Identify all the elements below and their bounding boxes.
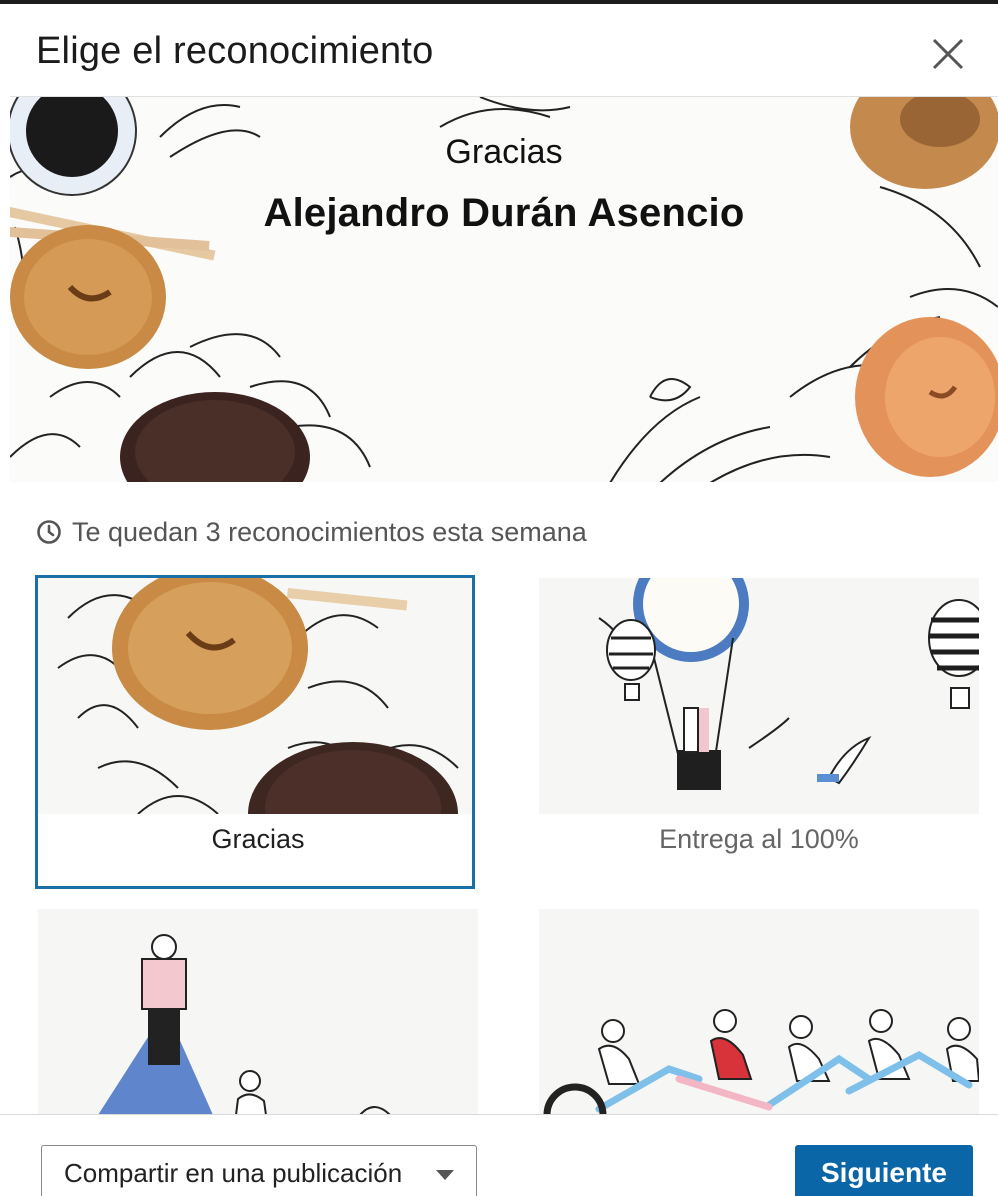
remaining-kudos-notice: Te quedan 3 reconocimientos esta semana [36,514,587,550]
kudos-type-title: Gracias [445,133,563,171]
kudos-option-label: Gracias [211,824,305,854]
kudos-option-4[interactable] [539,909,979,1115]
kudos-option-image [38,578,472,814]
kudos-option-image [38,909,478,1115]
kudos-option-image [539,909,979,1115]
kudos-option-label: Entrega al 100% [659,824,859,854]
remaining-kudos-text: Te quedan 3 reconocimientos esta semana [72,516,587,547]
share-in-post-label: Compartir en una publicación [64,1157,403,1188]
dialog-title: Elige el reconocimiento [36,30,434,72]
caret-down-icon [436,1170,454,1180]
kudos-option-image [539,578,979,814]
next-button[interactable]: Siguiente [795,1145,973,1196]
kudos-option-entrega[interactable]: Entrega al 100% [539,578,979,886]
kudos-option-gracias[interactable]: Gracias [35,575,475,889]
recipient-name: Alejandro Durán Asencio [263,191,745,235]
close-icon[interactable] [926,32,970,76]
kudos-preview: Gracias Alejandro Durán Asencio [10,96,998,482]
dialog-header: Elige el reconocimiento [0,4,998,96]
share-in-post-dropdown[interactable]: Compartir en una publicación [41,1145,477,1196]
dialog-footer: Compartir en una publicación Siguiente [0,1114,998,1196]
kudos-option-3[interactable] [38,909,478,1115]
clock-icon [37,520,61,544]
